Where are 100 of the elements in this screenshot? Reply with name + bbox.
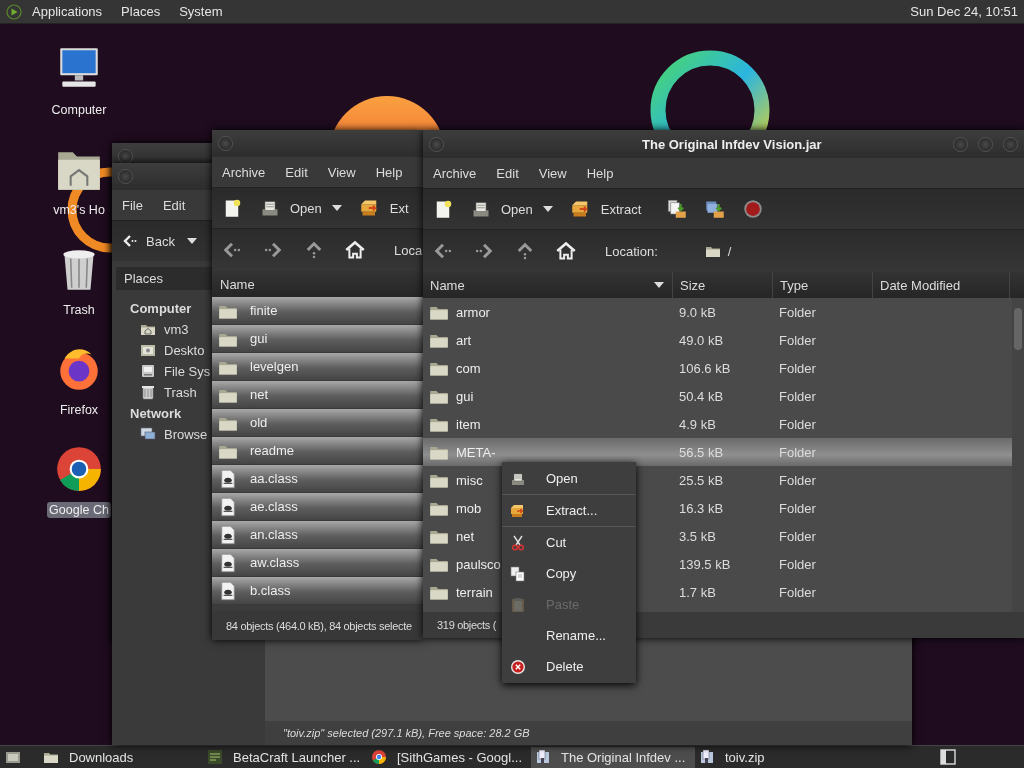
- copy-icon: [510, 565, 526, 582]
- file-size: 25.5 kB: [678, 472, 725, 488]
- desktop-icon-label[interactable]: Firefox: [57, 402, 101, 418]
- up-icon[interactable]: [304, 240, 324, 260]
- show-desktop-icon[interactable]: [5, 749, 21, 765]
- desktop-icon-label[interactable]: Computer: [49, 102, 109, 118]
- menu-item[interactable]: Edit: [162, 197, 186, 213]
- sidebar-item[interactable]: Deskto: [140, 342, 205, 358]
- file-row[interactable]: b.class: [212, 577, 423, 605]
- forward-icon[interactable]: [474, 241, 494, 261]
- file-size: 4.9 kB: [678, 416, 717, 432]
- menu-item[interactable]: Help: [586, 165, 614, 181]
- file-name: paulsco: [456, 556, 501, 572]
- context-menu-item[interactable]: Open: [502, 463, 636, 495]
- taskbar-button[interactable]: BetaCraft Launcher ...: [203, 746, 367, 768]
- menu-item[interactable]: View: [538, 165, 567, 181]
- sidebar-item[interactable]: vm3: [140, 321, 189, 337]
- place-icon: [140, 342, 156, 358]
- file-name: aw.class: [250, 555, 300, 570]
- chrome-icon: [371, 749, 387, 765]
- context-menu-item[interactable]: Extract...: [502, 495, 636, 527]
- file-icon: [218, 496, 238, 517]
- add-folder-icon[interactable]: [705, 199, 726, 219]
- cut-icon: [510, 534, 526, 551]
- desktop-icon-label[interactable]: Google Ch: [47, 502, 111, 518]
- file-name: levelgen: [250, 359, 299, 374]
- file-row[interactable]: gui: [212, 325, 423, 353]
- caret-icon[interactable]: [542, 206, 553, 212]
- stop-icon[interactable]: [743, 199, 764, 219]
- tray-icon: [260, 198, 280, 218]
- open-button[interactable]: Open: [463, 199, 541, 219]
- menu-item[interactable]: Archive: [433, 165, 477, 181]
- file-name: mob: [456, 500, 482, 516]
- file-type: Folder: [778, 304, 817, 320]
- context-menu-item[interactable]: Copy: [502, 558, 636, 589]
- caret-icon[interactable]: [331, 205, 342, 211]
- context-menu-item[interactable]: Delete: [502, 651, 636, 682]
- sidebar-item[interactable]: Trash: [140, 384, 197, 400]
- clock[interactable]: Sun Dec 24, 10:51: [910, 4, 1018, 19]
- add-files-icon[interactable]: [667, 199, 688, 219]
- file-size: 106.6 kB: [678, 360, 732, 376]
- archive-icon: [699, 749, 715, 765]
- file-row[interactable]: aa.class: [212, 465, 423, 493]
- column-header[interactable]: Name: [212, 276, 255, 292]
- file-type: Folder: [778, 416, 817, 432]
- file-row[interactable]: an.class: [212, 521, 423, 549]
- file-name: gui: [250, 331, 268, 346]
- open-button[interactable]: Open: [252, 198, 330, 218]
- up-icon[interactable]: [515, 241, 535, 261]
- desktop-icon[interactable]: [54, 444, 104, 494]
- file-type: Folder: [778, 528, 817, 544]
- file-row[interactable]: aw.class: [212, 549, 423, 577]
- file-size: 9.0 kB: [678, 304, 717, 320]
- file-row[interactable]: finite: [212, 297, 423, 325]
- place-icon: [140, 363, 156, 379]
- menu-item[interactable]: Edit: [496, 165, 519, 181]
- file-name: old: [250, 415, 268, 430]
- back-icon[interactable]: [222, 240, 242, 260]
- menu-item[interactable]: Edit: [285, 164, 308, 180]
- file-name: aa.class: [250, 471, 298, 486]
- desktop-icon-label[interactable]: Trash: [61, 302, 97, 318]
- home-icon[interactable]: [345, 240, 365, 260]
- file-name: gui: [456, 388, 474, 404]
- status-bar: "toiv.zip" selected (297.1 kB), Free space: 28.2 GB: [265, 721, 912, 745]
- file-row[interactable]: net: [212, 381, 423, 409]
- menu-item[interactable]: Archive: [222, 164, 266, 180]
- sidebar-item[interactable]: Browse: [140, 426, 208, 442]
- context-menu-item[interactable]: Cut: [502, 527, 636, 558]
- sidebar-heading: Network: [130, 406, 182, 421]
- panel-menu[interactable]: Applications: [32, 4, 103, 19]
- file-type: Folder: [778, 332, 817, 348]
- file-row[interactable]: old: [212, 409, 423, 437]
- file-row[interactable]: ae.class: [212, 493, 423, 521]
- delete-icon: [510, 658, 526, 675]
- scrollbar[interactable]: [1012, 298, 1024, 612]
- forward-icon[interactable]: [263, 240, 283, 260]
- taskbar-button[interactable]: [SithGames - Googl...: [367, 746, 531, 768]
- window-title: The Original Infdev Vision.jar: [642, 136, 822, 152]
- back-button[interactable]: Back: [122, 233, 175, 249]
- place-icon: [140, 426, 156, 442]
- taskbar-button[interactable]: Downloads: [39, 746, 203, 768]
- extract-button[interactable]: Extract: [562, 199, 650, 219]
- menu-item[interactable]: File: [122, 197, 143, 213]
- context-menu-item[interactable]: Rename...: [502, 620, 636, 651]
- menu-logo-icon[interactable]: [6, 3, 22, 20]
- back-icon[interactable]: [433, 241, 453, 261]
- extract-button[interactable]: Ext: [351, 198, 417, 218]
- taskbar-button[interactable]: toiv.zip: [695, 746, 859, 768]
- file-row[interactable]: levelgen: [212, 353, 423, 381]
- file-icon: [218, 468, 238, 489]
- workspace-icon[interactable]: [940, 749, 956, 765]
- panel-menu[interactable]: System: [179, 4, 223, 19]
- caret-icon[interactable]: [186, 238, 197, 244]
- taskbar-button[interactable]: The Original Infdev ...: [531, 746, 695, 768]
- home-icon[interactable]: [556, 241, 576, 261]
- panel-menu[interactable]: Places: [121, 4, 161, 19]
- sidebar-item[interactable]: File Sys: [140, 363, 211, 379]
- menu-item[interactable]: Help: [375, 164, 403, 180]
- menu-item[interactable]: View: [327, 164, 356, 180]
- file-row[interactable]: readme: [212, 437, 423, 465]
